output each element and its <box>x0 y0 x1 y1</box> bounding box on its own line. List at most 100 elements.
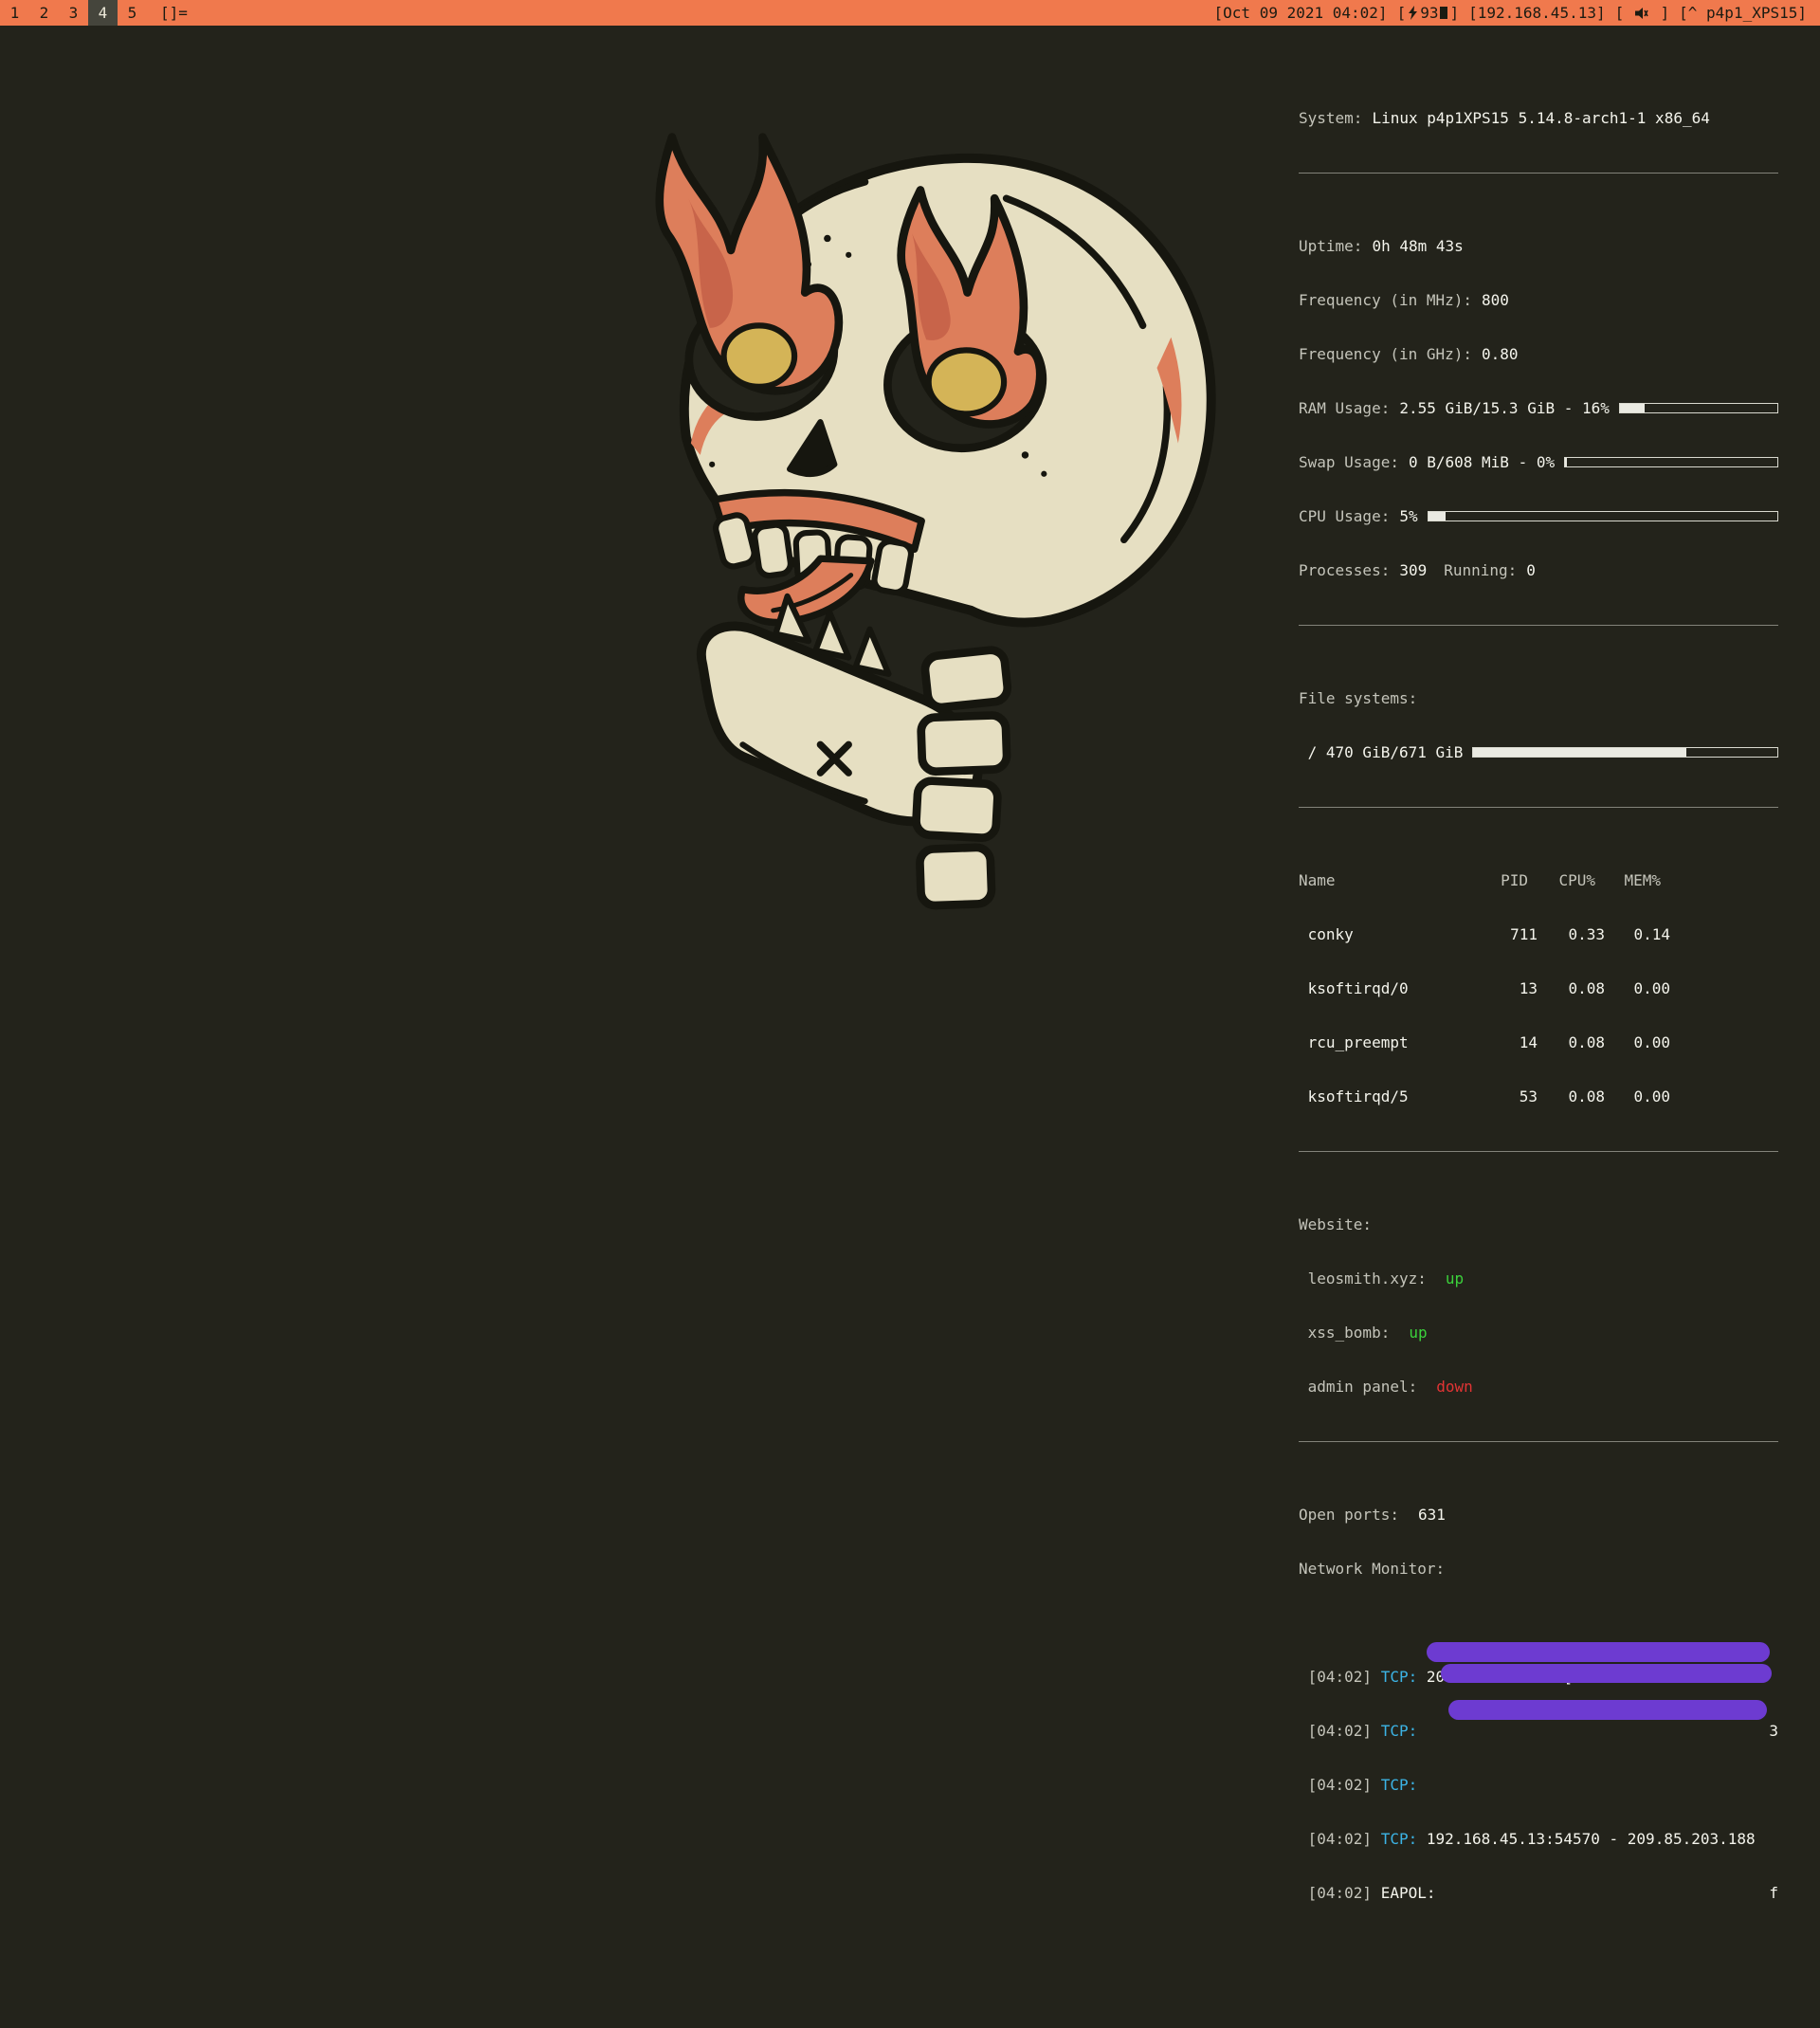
processes-value: 309 <box>1399 561 1428 579</box>
process-table-header: Name PID CPU% MEM% <box>1299 871 1778 889</box>
website-title: Website: <box>1299 1215 1778 1233</box>
filesystems-title: File systems: <box>1299 689 1778 707</box>
system-value: Linux p4p1XPS15 5.14.8-arch1-1 x86_64 <box>1372 109 1710 127</box>
volume-segment[interactable]: [ ] <box>1615 0 1670 26</box>
redaction-bar <box>1441 1664 1772 1683</box>
net-text: 192.168.45.13:54570 - 209.85.203.188 <box>1417 1830 1756 1848</box>
website-label: xss_bomb: <box>1299 1324 1391 1342</box>
workspace-tag-4[interactable]: 4 <box>88 0 118 26</box>
filesystem-progress-fill <box>1473 748 1686 757</box>
workspace-tag-2[interactable]: 2 <box>29 0 59 26</box>
proc-name: conky <box>1299 925 1354 943</box>
proc-mem: 0.14 <box>1633 925 1670 943</box>
cpu-progress-fill <box>1428 512 1446 521</box>
separator <box>1299 625 1778 626</box>
website-label: leosmith.xyz: <box>1299 1270 1427 1288</box>
conky-monitor: System: Linux p4p1XPS15 5.14.8-arch1-1 x… <box>1299 55 1778 2028</box>
ram-value: 2.55 GiB/15.3 GiB - 16% <box>1399 399 1610 417</box>
website-status-up: up <box>1445 1270 1465 1288</box>
battery-level: 93 <box>1420 4 1439 22</box>
status-bar: 1 2 3 4 5 []= [Oct 09 2021 04:02] [ 93 ]… <box>0 0 1820 26</box>
workspace-tag-1[interactable]: 1 <box>0 0 29 26</box>
system-line: System: Linux p4p1XPS15 5.14.8-arch1-1 x… <box>1299 109 1778 127</box>
network-line: [04:02] TCP: <box>1299 1776 1778 1794</box>
skull-wallpaper <box>512 90 1242 938</box>
col-mem: MEM% <box>1624 871 1661 889</box>
process-row: ksoftirqd/0 13 0.08 0.00 <box>1299 979 1778 997</box>
freq-ghz-value: 0.80 <box>1482 345 1519 363</box>
cpu-value: 5% <box>1399 507 1418 525</box>
cpu-line: CPU Usage: 5% <box>1299 507 1778 525</box>
proc-mem: 0.00 <box>1633 979 1670 997</box>
process-row: rcu_preempt 14 0.08 0.00 <box>1299 1033 1778 1051</box>
proc-cpu: 0.08 <box>1568 1033 1605 1051</box>
net-proto-tcp: TCP: <box>1380 1722 1418 1740</box>
filesystem-root-label: / 470 GiB/671 GiB <box>1299 743 1464 761</box>
proc-cpu: 0.08 <box>1568 1087 1605 1105</box>
swap-value: 0 B/608 MiB - 0% <box>1408 453 1556 471</box>
cpu-progress-bar <box>1427 511 1778 521</box>
running-label: Running: <box>1444 561 1518 579</box>
cpu-label: CPU Usage: <box>1299 507 1391 525</box>
running-value: 0 <box>1526 561 1536 579</box>
proc-mem: 0.00 <box>1633 1087 1670 1105</box>
col-name: Name <box>1299 871 1336 889</box>
workspace-tag-5[interactable]: 5 <box>118 0 147 26</box>
separator <box>1299 173 1778 174</box>
battery-open-bracket: [ <box>1396 4 1407 22</box>
website-row: admin panel: down <box>1299 1378 1778 1396</box>
net-time: [04:02] <box>1299 1830 1373 1848</box>
proc-pid: 14 <box>1519 1033 1538 1051</box>
layout-indicator[interactable]: []= <box>160 0 188 26</box>
processes-line: Processes: 309 Running: 0 <box>1299 561 1778 579</box>
ram-progress-fill <box>1619 404 1646 412</box>
system-label: System: <box>1299 109 1363 127</box>
workspace-tag-3[interactable]: 3 <box>59 0 88 26</box>
swap-progress-fill <box>1565 458 1568 466</box>
lightning-icon <box>1409 6 1418 20</box>
redaction-bar <box>1448 1700 1767 1720</box>
speaker-icon <box>1634 7 1648 19</box>
freq-mhz-line: Frequency (in MHz): 800 <box>1299 291 1778 309</box>
network-monitor-list: [04:02] TCP: 209.85.203.188:[TCP : 192.1… <box>1299 1632 1778 2010</box>
net-time: [04:02] <box>1299 1884 1373 1902</box>
open-ports-label: Open ports: <box>1299 1506 1399 1524</box>
filesystem-progress-bar <box>1472 747 1778 758</box>
separator <box>1299 807 1778 808</box>
skull-illustration <box>655 133 1216 910</box>
website-row: xss_bomb: up <box>1299 1324 1778 1342</box>
col-pid: PID <box>1501 871 1528 889</box>
network-line: [04:02] TCP: 3 <box>1299 1722 1778 1740</box>
website-status-up: up <box>1409 1324 1428 1342</box>
volume-open-bracket: [ <box>1614 4 1633 22</box>
uptime-line: Uptime: 0h 48m 43s <box>1299 237 1778 255</box>
network-monitor-title: Network Monitor: <box>1299 1560 1778 1578</box>
net-proto-eapol: EAPOL: <box>1380 1884 1436 1902</box>
proc-pid: 53 <box>1519 1087 1538 1105</box>
swap-label: Swap Usage: <box>1299 453 1399 471</box>
website-status-down: down <box>1436 1378 1473 1396</box>
ip-segment: [192.168.45.13] <box>1468 4 1606 22</box>
proc-name: rcu_preempt <box>1299 1033 1409 1051</box>
separator <box>1299 1151 1778 1152</box>
proc-name: ksoftirqd/5 <box>1299 1087 1409 1105</box>
process-row: ksoftirqd/5 53 0.08 0.00 <box>1299 1087 1778 1105</box>
ram-progress-bar <box>1618 403 1778 413</box>
freq-ghz-label: Frequency (in GHz): <box>1299 345 1473 363</box>
process-row: conky 711 0.33 0.14 <box>1299 925 1778 943</box>
swap-progress-bar <box>1564 457 1778 467</box>
hostname-segment: [^ p4p1_XPS15] <box>1679 4 1807 22</box>
proc-pid: 13 <box>1519 979 1538 997</box>
redaction-bar <box>1427 1642 1770 1662</box>
open-ports-line: Open ports: 631 <box>1299 1506 1778 1524</box>
clock-segment: [Oct 09 2021 04:02] <box>1213 4 1388 22</box>
freq-ghz-line: Frequency (in GHz): 0.80 <box>1299 345 1778 363</box>
net-time: [04:02] <box>1299 1776 1373 1794</box>
net-time: [04:02] <box>1299 1722 1373 1740</box>
separator <box>1299 1441 1778 1442</box>
status-right: [Oct 09 2021 04:02] [ 93 ] [192.168.45.1… <box>1214 0 1820 26</box>
battery-bar-icon <box>1440 7 1448 19</box>
workspace-tags: 1 2 3 4 5 <box>0 0 147 26</box>
network-line: [04:02] TCP: 192.168.45.13:54570 - 209.8… <box>1299 1830 1778 1848</box>
ram-label: RAM Usage: <box>1299 399 1391 417</box>
